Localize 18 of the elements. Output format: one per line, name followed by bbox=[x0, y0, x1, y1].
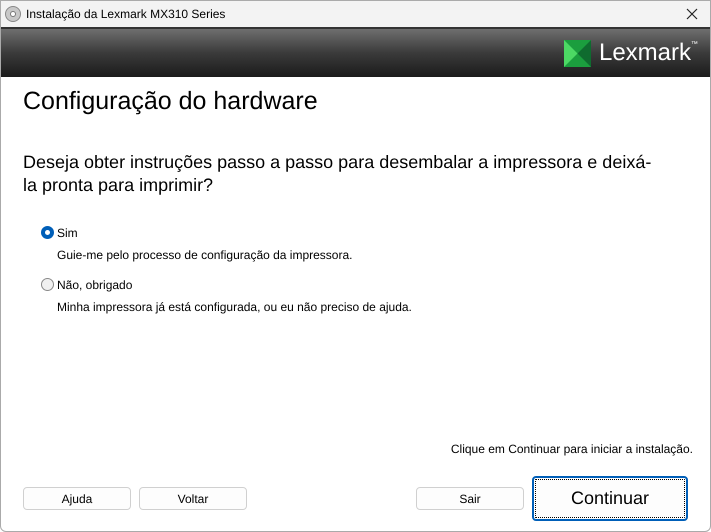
radio-label[interactable]: Sim bbox=[57, 224, 78, 242]
dialog-button[interactable]: Sair bbox=[416, 487, 524, 510]
hint-text: Clique em Continuar para iniciar a instalação. bbox=[450, 441, 693, 458]
radio-button[interactable] bbox=[41, 278, 54, 291]
option-description: Minha impressora já está configurada, ou eu não preciso de ajuda. bbox=[57, 298, 413, 316]
radio-label[interactable]: Não, obrigado bbox=[57, 276, 132, 294]
page-heading: Configuração do hardware bbox=[23, 86, 319, 117]
logo-icon bbox=[564, 40, 591, 66]
radio-button[interactable] bbox=[41, 226, 54, 239]
close-icon[interactable] bbox=[686, 8, 698, 20]
dialog-button[interactable]: Ajuda bbox=[23, 487, 131, 510]
disc-icon bbox=[5, 6, 21, 22]
option-description: Guie-me pelo processo de configuração da impressora. bbox=[57, 246, 354, 264]
continue-button[interactable]: Continuar bbox=[532, 476, 688, 521]
question-text: Deseja obter instruções passo a passo para desembalar a impressora e deixá-la pronta para imprimir? bbox=[23, 150, 652, 196]
window-title: Instalação da Lexmark MX310 Series bbox=[26, 6, 226, 23]
dialog-button[interactable]: Voltar bbox=[139, 487, 247, 510]
logo-text: Lexmark bbox=[598, 41, 691, 65]
